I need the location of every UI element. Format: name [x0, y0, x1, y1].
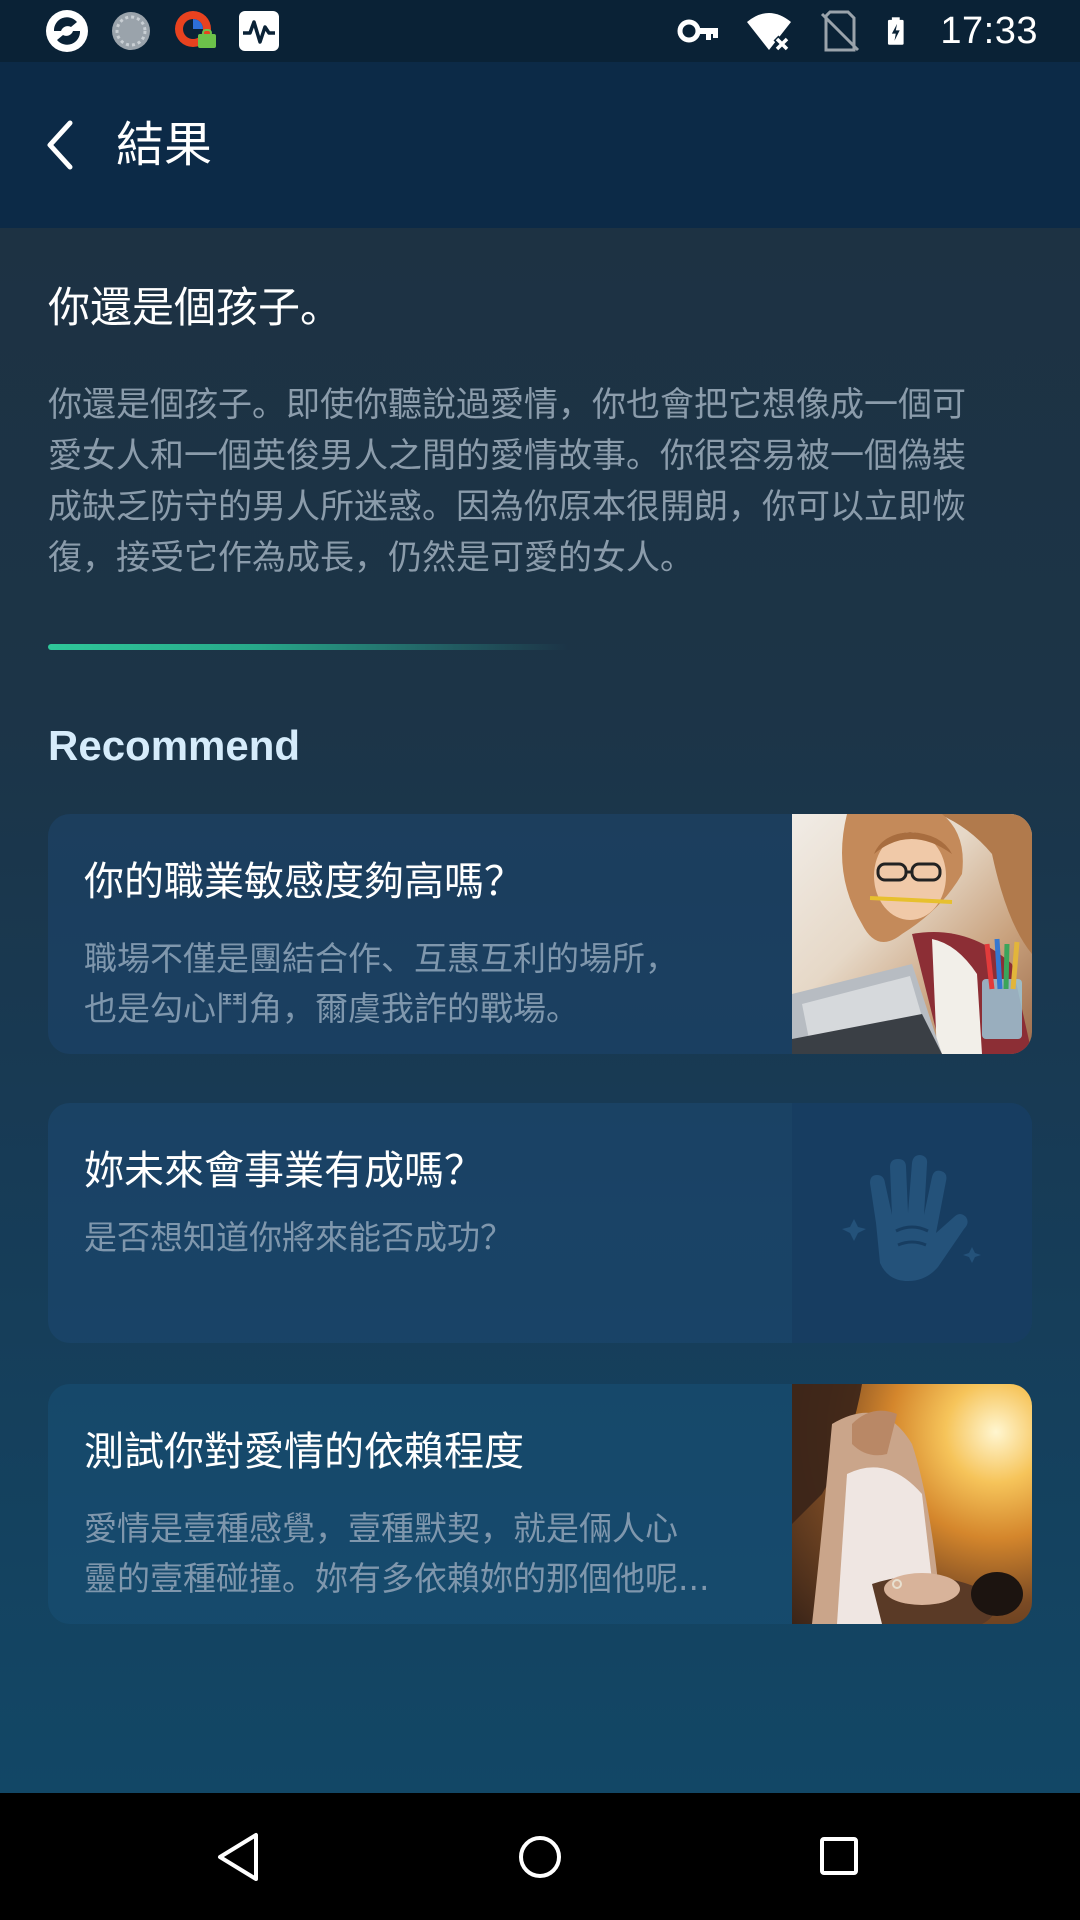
recommend-card-career-success[interactable]: 妳未來會事業有成嗎？ 是否想知道你將來能否成功？: [48, 1103, 1032, 1343]
woman-in-sunset-illustration: [792, 1384, 1023, 1624]
card-description: 愛情是壹種感覺，壹種默契，就是倆人心 靈的壹種碰撞。妳有多依賴妳的那個他呢...: [84, 1504, 784, 1604]
card-title: 你的職業敏感度夠高嗎？: [84, 859, 524, 905]
result-description: 你還是個孩子。即使你聽說過愛情，你也會把它想像成一個可 愛女人和一個英俊男人之間…: [48, 380, 1038, 584]
result-line: 愛女人和一個英俊男人之間的愛情故事。你很容易被一個偽裝: [48, 436, 966, 476]
status-bar: 17:33: [0, 0, 1080, 62]
result-line: 成缺乏防守的男人所迷惑。因為你原本很開朗，你可以立即恢: [48, 487, 966, 527]
result-line: 你還是個孩子。即使你聽說過愛情，你也會把它想像成一個可: [48, 385, 966, 425]
app-bar: 結果: [0, 62, 1080, 228]
card-title: 測試你對愛情的依賴程度: [84, 1429, 524, 1475]
recommend-card-career-sensitivity[interactable]: 你的職業敏感度夠高嗎？ 職場不僅是團結合作、互惠互利的場所， 也是勾心鬥角，爾虞…: [48, 814, 1032, 1054]
nav-recents-icon[interactable]: [810, 1827, 870, 1887]
woman-at-laptop-photo: [792, 814, 1032, 1054]
result-line: 復，接受它作為成長，仍然是可愛的女人。: [48, 538, 694, 578]
vpn-key-icon: [677, 19, 719, 43]
recommend-card-love-dependence[interactable]: 測試你對愛情的依賴程度 愛情是壹種感覺，壹種默契，就是倆人心 靈的壹種碰撞。妳有…: [48, 1384, 1032, 1624]
activity-monitor-icon: [239, 11, 279, 51]
palm-hand-icon: [842, 1155, 981, 1281]
recommend-heading: Recommend: [48, 722, 301, 769]
woman-in-sunset-photo: [792, 1384, 1032, 1624]
status-left-icons: [44, 8, 282, 54]
page-title: 結果: [116, 117, 213, 173]
woman-at-laptop-illustration: [792, 814, 1032, 1054]
wifi-icon: [747, 13, 792, 53]
system-nav-bar: [0, 1793, 1080, 1920]
palm-thumbnail: [792, 1103, 1032, 1343]
nav-home-icon[interactable]: [510, 1827, 570, 1887]
loading-icon: [112, 12, 150, 50]
chevron-left-icon[interactable]: [36, 115, 96, 175]
result-content: 你還是個孩子。 你還是個孩子。即使你聽說過愛情，你也會把它想像成一個可 愛女人和…: [0, 228, 1080, 1793]
accent-divider: [48, 644, 568, 650]
card-description: 職場不僅是團結合作、互惠互利的場所， 也是勾心鬥角，爾虞我詐的戰場。: [84, 934, 784, 1034]
vpn-app-icon: [175, 11, 216, 48]
battery-charging-icon: [888, 17, 905, 45]
card-desc-line: 愛情是壹種感覺，壹種默契，就是倆人心: [84, 1509, 678, 1548]
card-title: 妳未來會事業有成嗎？: [84, 1148, 484, 1194]
status-right-icons: 17:33: [676, 8, 1038, 54]
app-logo-icon: [46, 10, 88, 52]
status-time: 17:33: [940, 9, 1038, 52]
card-desc-line: 職場不僅是團結合作、互惠互利的場所，: [84, 939, 678, 978]
card-description: 是否想知道你將來能否成功？: [84, 1213, 784, 1263]
card-desc-line: 靈的壹種碰撞。妳有多依賴妳的那個他呢...: [84, 1559, 710, 1598]
result-title: 你還是個孩子。: [48, 283, 343, 332]
nav-back-icon[interactable]: [210, 1827, 270, 1887]
card-desc-line: 也是勾心鬥角，爾虞我詐的戰場。: [84, 989, 579, 1028]
no-sim-icon: [821, 10, 860, 52]
card-desc-line: 是否想知道你將來能否成功？: [84, 1218, 513, 1257]
